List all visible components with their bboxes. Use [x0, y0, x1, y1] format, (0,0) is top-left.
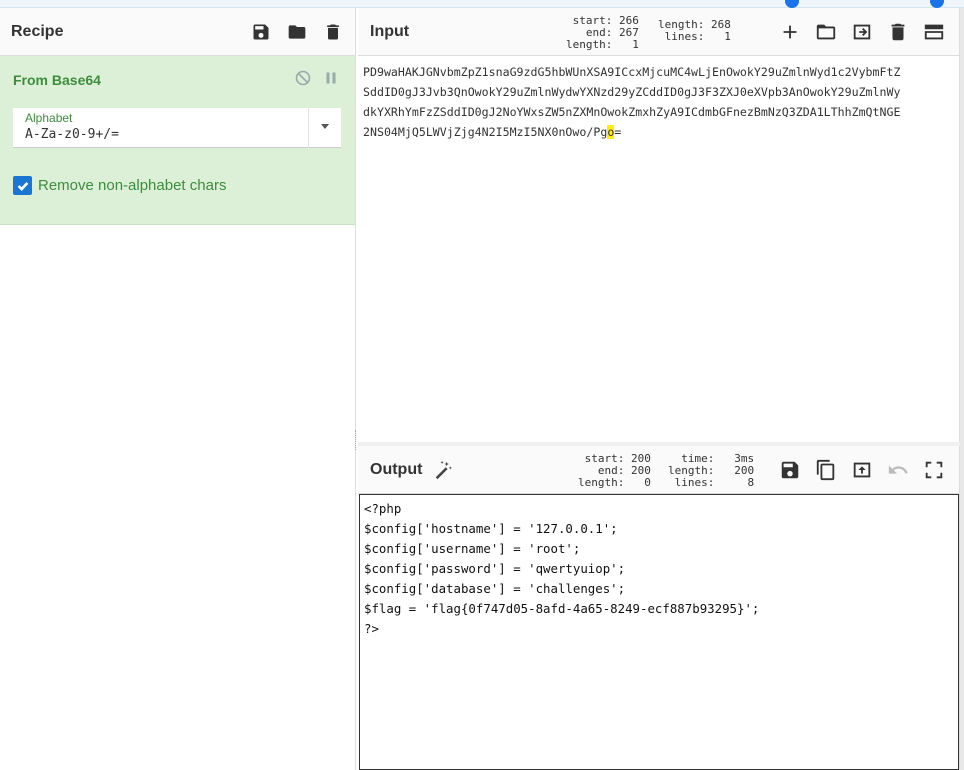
- remove-nonalpha-label: Remove non-alphabet chars: [38, 177, 227, 194]
- input-header: Input start: 266 end: 267 length: 1 leng…: [358, 8, 959, 56]
- window-scrollbar[interactable]: [960, 8, 964, 770]
- open-file-input-icon[interactable]: [851, 21, 873, 48]
- pane-splitter-vertical[interactable]: [355, 430, 357, 450]
- magic-wand-icon[interactable]: [432, 459, 454, 481]
- output-pane: Output start: 200 end: 200 length: 0 tim…: [358, 446, 960, 770]
- clear-input-trash-icon[interactable]: [887, 21, 909, 48]
- remove-nonalpha-option[interactable]: Remove non-alphabet chars: [13, 176, 226, 195]
- input-line: SddID0gJ3Jvb3QnOwokY29uZmlnWydwYXNzd29yZ…: [363, 85, 901, 99]
- output-line: $config['hostname'] = '127.0.0.1';: [364, 521, 618, 536]
- output-line: <?php: [364, 501, 402, 516]
- input-textarea[interactable]: PD9waHAKJGNvbmZpZ1snaG9zdG5hbWUnXSA9ICcx…: [358, 56, 959, 148]
- load-recipe-folder-icon[interactable]: [286, 21, 308, 43]
- input-line: 2NS04MjQ5LWVjZjg4N2I5MzI5NX0nOwo/Pg: [363, 125, 608, 139]
- alphabet-label: Alphabet: [25, 111, 73, 125]
- output-title: Output: [370, 460, 423, 478]
- output-selection-stats: start: 200 end: 200 length: 0: [578, 452, 651, 489]
- settings-icon[interactable]: [785, 0, 799, 8]
- help-icon[interactable]: [930, 0, 944, 8]
- operation-name: From Base64: [13, 72, 101, 88]
- input-selection-stats: start: 266 end: 267 length: 1: [566, 14, 639, 51]
- top-strip: [0, 0, 964, 8]
- output-line: $config['password'] = 'qwertyuiop';: [364, 561, 626, 576]
- undo-icon[interactable]: [887, 459, 909, 486]
- pause-operation-icon[interactable]: [323, 70, 339, 91]
- disable-operation-icon[interactable]: [295, 70, 311, 91]
- copy-output-icon[interactable]: [815, 459, 837, 486]
- add-input-tab-plus-icon[interactable]: [779, 21, 801, 48]
- input-line: PD9waHAKJGNvbmZpZ1snaG9zdG5hbWUnXSA9ICcx…: [363, 65, 901, 79]
- input-pane: Input start: 266 end: 267 length: 1 leng…: [358, 8, 960, 442]
- recipe-pane: Recipe From Base64 Alphabet A-Za-z0-9+/=…: [0, 8, 356, 770]
- open-folder-icon[interactable]: [815, 21, 837, 48]
- output-line: $config['username'] = 'root';: [364, 541, 581, 556]
- alphabet-select[interactable]: Alphabet A-Za-z0-9+/=: [13, 108, 341, 148]
- remove-nonalpha-checkbox[interactable]: [13, 176, 32, 195]
- save-recipe-icon[interactable]: [250, 21, 272, 43]
- chevron-down-icon[interactable]: [321, 124, 329, 129]
- output-header: Output start: 200 end: 200 length: 0 tim…: [358, 446, 959, 494]
- reset-layout-icon[interactable]: [923, 21, 945, 48]
- output-line: ?>: [364, 621, 379, 636]
- input-line-end: =: [614, 125, 622, 139]
- output-line: $config['database'] = 'challenges';: [364, 581, 626, 596]
- replace-input-with-output-icon[interactable]: [851, 459, 873, 486]
- input-length-stats: length: 268 lines: 1: [658, 18, 731, 43]
- clear-recipe-trash-icon[interactable]: [322, 21, 344, 43]
- input-title: Input: [370, 22, 410, 40]
- input-line: dkYXRhYmFzZSddID0gJ2NoYWxsZW5nZXMnOwokZm…: [363, 105, 901, 119]
- alphabet-value: A-Za-z0-9+/=: [25, 127, 119, 142]
- save-output-icon[interactable]: [779, 459, 801, 486]
- output-textarea[interactable]: <?php $config['hostname'] = '127.0.0.1';…: [359, 494, 959, 770]
- operation-from-base64[interactable]: From Base64 Alphabet A-Za-z0-9+/= Remove…: [0, 56, 355, 225]
- output-line: $flag = 'flag{0f747d05-8afd-4a65-8249-ec…: [364, 601, 760, 616]
- maximise-output-icon[interactable]: [923, 459, 945, 486]
- recipe-header: Recipe: [0, 8, 355, 56]
- output-length-stats: time: 3ms length: 200 lines: 8: [668, 452, 755, 489]
- recipe-title: Recipe: [11, 22, 64, 40]
